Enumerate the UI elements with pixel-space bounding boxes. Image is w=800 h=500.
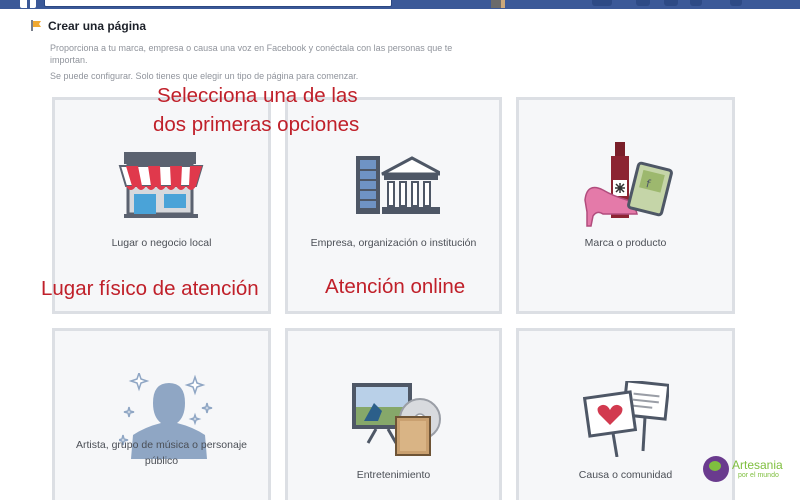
artesania-logo-icon	[703, 456, 729, 482]
facebook-top-bar	[0, 0, 800, 9]
watermark-tagline: por el mundo	[738, 472, 779, 479]
protest-signs-icon	[583, 381, 669, 457]
annotation-online: Atención online	[325, 275, 466, 298]
page-flag-icon	[31, 20, 41, 31]
category-card-artist[interactable]: Artista, grupo de música o personaje púb…	[52, 328, 271, 500]
page-intro-text: Proporciona a tu marca, empresa o causa …	[50, 43, 453, 65]
category-label: Entretenimiento	[356, 469, 431, 481]
storefront-icon	[118, 152, 204, 218]
category-label: Marca o producto	[584, 237, 667, 249]
tv-media-icon	[352, 383, 441, 456]
products-icon: f	[584, 142, 673, 227]
annotation-select-line1: Selecciona una de las	[157, 84, 358, 107]
friend-requests-icon[interactable]	[592, 0, 612, 6]
privacy-shortcuts-icon[interactable]	[690, 0, 702, 6]
category-card-entertainment[interactable]: Entretenimiento	[285, 328, 502, 500]
avatar[interactable]	[491, 0, 505, 8]
office-building-icon	[356, 156, 440, 214]
category-label: Causa o comunidad	[578, 469, 673, 481]
notifications-icon[interactable]	[664, 0, 678, 6]
category-label: Artista, grupo de música o personaje púb…	[75, 439, 247, 467]
page-title: Crear una página	[48, 19, 147, 33]
category-label: Empresa, organización o institución	[310, 237, 477, 249]
search-input[interactable]	[44, 0, 392, 7]
facebook-logo-icon[interactable]	[20, 0, 36, 8]
annotation-select-line2: dos primeras opciones	[153, 113, 360, 136]
annotation-physical-place: Lugar físico de atención	[41, 277, 259, 300]
watermark-brand: Artesania	[732, 458, 783, 472]
page-hint-text: Se puede configurar. Solo tienes que ele…	[50, 71, 359, 81]
category-card-cause[interactable]: Causa o comunidad	[516, 328, 735, 500]
account-menu-icon[interactable]	[730, 0, 742, 6]
category-card-brand[interactable]: f Marca o producto	[516, 97, 735, 314]
messages-icon[interactable]	[636, 0, 650, 6]
category-label: Lugar o negocio local	[111, 237, 212, 249]
